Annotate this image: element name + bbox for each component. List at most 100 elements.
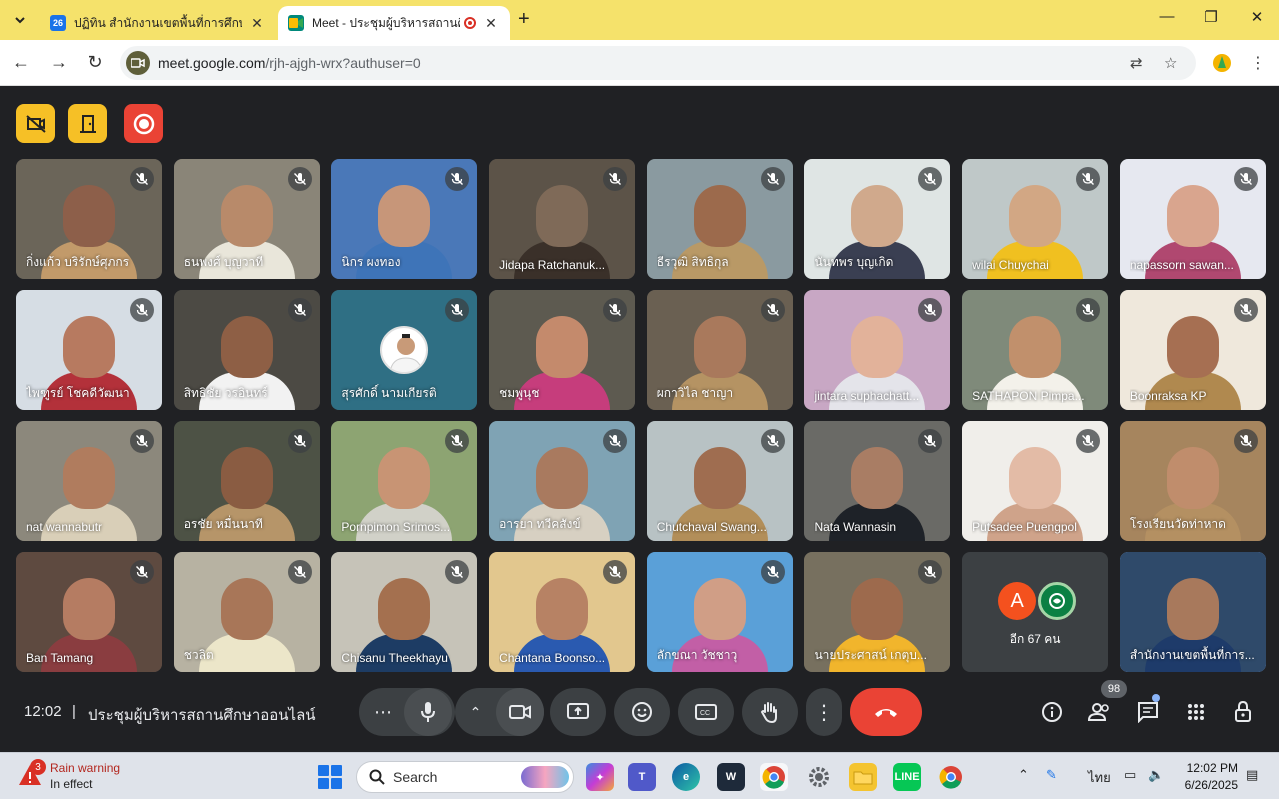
mic-off-icon [760, 429, 785, 453]
taskbar-search[interactable]: Search [356, 761, 574, 793]
more-options-button[interactable]: ⋮ [806, 688, 842, 736]
captions-button[interactable]: CC [678, 688, 734, 736]
participant-tile[interactable]: ลักขณา วัชชาวุ [646, 552, 793, 672]
volume-icon[interactable]: 🔈 [1148, 767, 1164, 783]
participant-tile[interactable]: wilai Chuychai [962, 159, 1109, 279]
participant-tile[interactable]: Boonraksa KP [1119, 290, 1266, 410]
back-button[interactable]: ← [10, 52, 32, 73]
participant-tile[interactable]: jintara suphachatt... [804, 290, 951, 410]
tab-calendar[interactable]: 26 ปฏิทิน สำนักงานเขตพื้นที่การศึกษาป ✕ [40, 6, 276, 40]
participant-tile[interactable]: กิ่งแก้ว บริรักษ์ศุภกร [16, 159, 162, 279]
search-highlight-icon [521, 766, 569, 788]
bookmark-star-icon[interactable]: ☆ [1164, 54, 1177, 72]
settings-app-icon[interactable] [805, 763, 833, 791]
leave-call-button[interactable] [850, 688, 922, 736]
participant-tile[interactable]: สิทธิชัย วรอินทร์ [173, 290, 320, 410]
participant-tile[interactable]: Putsadee Puengpol [962, 421, 1109, 541]
participant-tile[interactable]: อารยา ทวีคสังข์ [489, 421, 636, 541]
weather-title[interactable]: Rain warning [50, 761, 120, 775]
taskbar-time[interactable]: 12:02 PM [1186, 761, 1238, 775]
record-icon [133, 113, 154, 134]
participant-tile[interactable]: ไพฑูรย์ โชคดีวัฒนา [16, 290, 162, 410]
reactions-button[interactable] [614, 688, 670, 736]
participant-face [1009, 185, 1062, 247]
participant-name: wilai Chuychai [972, 258, 1049, 272]
copilot-app-icon[interactable]: ✦ [586, 763, 614, 791]
participant-tile[interactable]: นายประศาสน์ เกตุบ... [804, 552, 951, 672]
chrome-app-icon[interactable] [760, 763, 788, 791]
chrome-profile-app-icon[interactable] [937, 763, 965, 791]
weather-subtitle: In effect [50, 777, 93, 791]
people-button[interactable] [1087, 699, 1113, 725]
participant-name: jintara suphachatt... [814, 389, 920, 403]
input-language[interactable]: ไทย [1088, 767, 1111, 788]
close-tab-icon[interactable]: ✕ [482, 15, 500, 32]
participant-tile[interactable]: โรงเรียนวัดท่าหาด [1119, 421, 1266, 541]
close-window-button[interactable]: ✕ [1247, 8, 1267, 26]
wework-app-icon[interactable]: W [717, 763, 745, 791]
audio-options-icon[interactable]: ⋯ [362, 702, 404, 723]
minimize-button[interactable]: — [1157, 8, 1177, 25]
host-controls-button[interactable] [1231, 699, 1257, 725]
more-participants-tile[interactable]: A อีก 67 คน [962, 552, 1109, 672]
mic-off-icon [1233, 429, 1258, 453]
site-info-icon[interactable] [126, 51, 150, 75]
show-hidden-icons-button[interactable]: ⌃ [1018, 767, 1029, 783]
participant-tile[interactable]: ผกาวิไล ชาญา [646, 290, 793, 410]
participant-tile[interactable]: Chantana Boonso... [489, 552, 636, 672]
tab-search-button[interactable] [8, 8, 32, 32]
file-explorer-app-icon[interactable] [849, 763, 877, 791]
participant-tile[interactable]: Chutchaval Swang... [646, 421, 793, 541]
participant-tile[interactable]: สุรศักดิ์ นามเกียรติ [331, 290, 478, 410]
line-app-icon[interactable]: LINE [893, 763, 921, 791]
participant-tile[interactable]: Nata Wannasin [804, 421, 951, 541]
participant-tile[interactable]: Chisanu Theekhayu [331, 552, 478, 672]
participant-tile[interactable]: ธนพงศ์ บุญวาที [173, 159, 320, 279]
url-host: meet.google.com [158, 55, 266, 71]
camera-button[interactable] [495, 688, 544, 736]
participant-tile[interactable]: ชวลิต [173, 552, 320, 672]
participant-name: นิกร ผงทอง [341, 255, 401, 269]
host-door-button[interactable] [68, 104, 107, 143]
restore-button[interactable]: ❐ [1201, 8, 1221, 26]
reload-button[interactable]: ↻ [84, 52, 106, 73]
participant-name: สุรศักดิ์ นามเกียรติ [341, 386, 437, 400]
tab-meet[interactable]: Meet - ประชุมผู้บริหารสถานศึก ✕ [278, 6, 510, 40]
participant-tile[interactable]: Jidapa Ratchanuk... [489, 159, 636, 279]
teams-app-icon[interactable]: T [628, 763, 656, 791]
participant-tile[interactable]: นันทพร บุญเกิด [804, 159, 951, 279]
profile-icon[interactable] [1212, 53, 1232, 78]
participant-tile[interactable]: ธีรวุฒิ สิทธิกุล [646, 159, 793, 279]
self-video-tile[interactable]: สำนักงานเขตพื้นที่การ... [1119, 552, 1266, 672]
network-icon[interactable]: ▭ [1124, 767, 1136, 783]
participant-tile[interactable]: Ban Tamang [16, 552, 162, 672]
edge-app-icon[interactable]: e [672, 763, 700, 791]
video-options-icon[interactable]: ⌃ [456, 704, 496, 721]
pen-icon[interactable]: ✎ [1046, 767, 1057, 783]
taskbar-date[interactable]: 6/26/2025 [1178, 778, 1238, 792]
participant-tile[interactable]: นิกร ผงทอง [331, 159, 478, 279]
recording-button[interactable] [124, 104, 163, 143]
activities-button[interactable] [1183, 699, 1209, 725]
microphone-button[interactable] [404, 688, 452, 736]
new-tab-button[interactable]: + [518, 8, 530, 31]
participant-tile[interactable]: SATHAPON Pimpa... [962, 290, 1109, 410]
present-screen-button[interactable] [550, 688, 606, 736]
windows-logo-quad [318, 778, 329, 789]
no-video-filter-button[interactable] [16, 104, 55, 143]
chat-button[interactable] [1135, 699, 1161, 725]
address-bar[interactable]: meet.google.com/rjh-ajgh-wrx?authuser=0 … [120, 46, 1196, 80]
forward-button[interactable]: → [48, 52, 70, 73]
participant-tile[interactable]: Pornpimon Srimos... [331, 421, 478, 541]
participant-tile[interactable]: napassorn sawan... [1119, 159, 1266, 279]
notifications-icon[interactable]: ▤ [1246, 767, 1258, 783]
participant-tile[interactable]: ชมพูนุช [489, 290, 636, 410]
meeting-details-button[interactable] [1039, 699, 1065, 725]
more-menu-icon[interactable]: ⋮ [1250, 53, 1266, 73]
raise-hand-button[interactable] [742, 688, 798, 736]
translate-icon[interactable]: ⇄ [1130, 54, 1143, 72]
participant-tile[interactable]: nat wannabutr [16, 421, 162, 541]
close-tab-icon[interactable]: ✕ [248, 15, 266, 32]
start-button[interactable] [318, 765, 342, 789]
participant-tile[interactable]: อรชัย หมื่นนาที [173, 421, 320, 541]
